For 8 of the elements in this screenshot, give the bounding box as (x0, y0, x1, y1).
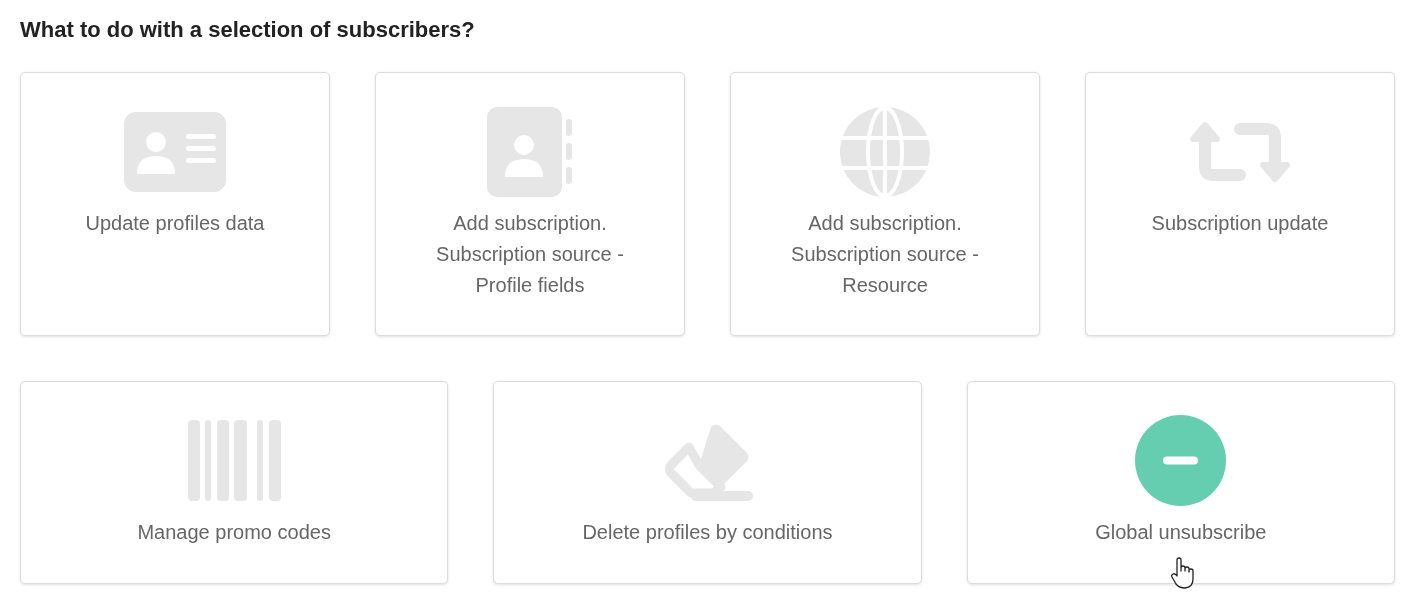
hand-cursor-icon (1169, 557, 1196, 589)
action-card[interactable]: Delete profiles by conditions (493, 381, 922, 584)
action-card[interactable]: Add subscription. Subscription source - Resource (730, 72, 1040, 336)
action-card[interactable]: Subscription update (1085, 72, 1395, 336)
section-title: What to do with a selection of subscribers? (20, 16, 476, 44)
action-card[interactable]: Manage promo codes (20, 381, 449, 584)
action-card[interactable]: Update profiles data (20, 72, 330, 336)
action-card[interactable]: Add subscription. Subscription source - Profile fields (375, 72, 685, 336)
